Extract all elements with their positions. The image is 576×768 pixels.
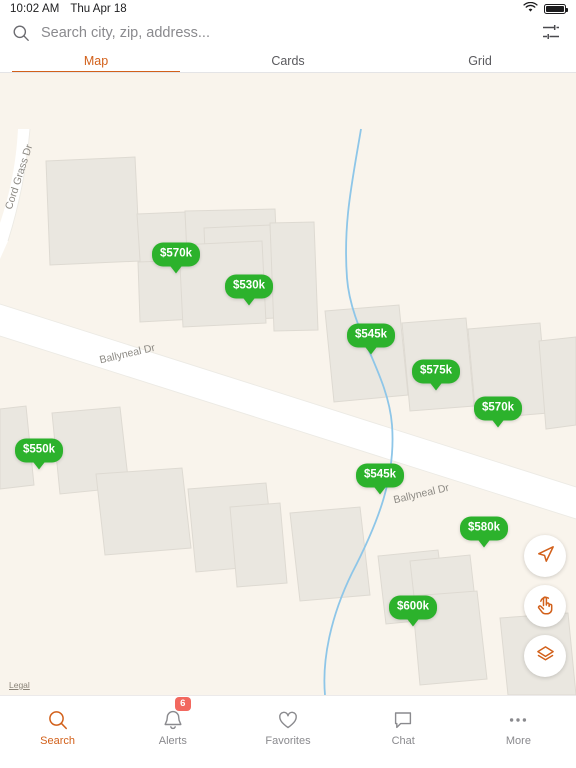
nav-item-chat[interactable]: Chat xyxy=(346,708,461,747)
price-marker[interactable]: $570k xyxy=(152,242,200,273)
tab-grid[interactable]: Grid xyxy=(384,48,576,73)
nav-item-more[interactable]: More xyxy=(461,708,576,747)
nav-item-chat-label: Chat xyxy=(391,735,415,747)
locate-button[interactable] xyxy=(524,535,566,577)
alerts-badge: 6 xyxy=(174,697,191,711)
status-bar: 10:02 AM Thu Apr 18 xyxy=(0,0,576,18)
price-marker[interactable]: $575k xyxy=(412,359,460,390)
price-marker-label: $570k xyxy=(474,396,522,420)
price-marker[interactable]: $600k xyxy=(389,595,437,626)
price-marker-label: $600k xyxy=(389,595,437,619)
status-bar-indicators xyxy=(523,1,568,16)
chat-bubble-icon xyxy=(392,708,414,732)
price-marker-label: $570k xyxy=(152,242,200,266)
price-marker-label: $580k xyxy=(460,516,508,540)
nav-item-alerts-label: Alerts xyxy=(158,735,187,747)
heart-icon xyxy=(277,708,299,732)
price-marker-tail xyxy=(31,460,46,469)
price-marker-tail xyxy=(241,296,256,305)
search-input[interactable] xyxy=(41,25,538,41)
nav-item-search-label: Search xyxy=(40,735,76,747)
tab-map-label: Map xyxy=(83,53,109,68)
status-bar-time: 10:02 AM xyxy=(10,3,60,15)
price-marker-label: $530k xyxy=(225,274,273,298)
price-marker-label: $550k xyxy=(15,438,63,462)
bottom-navigation: Search 6 Alerts Favorites Chat More xyxy=(0,695,576,768)
hand-draw-icon xyxy=(534,594,556,619)
layers-button[interactable] xyxy=(524,635,566,677)
nav-item-search[interactable]: Search xyxy=(0,708,115,747)
ellipsis-icon xyxy=(507,708,529,732)
price-marker-tail xyxy=(428,381,443,390)
price-marker-tail xyxy=(476,538,491,547)
tab-grid-label: Grid xyxy=(468,53,492,68)
price-marker[interactable]: $580k xyxy=(460,516,508,547)
price-marker-label: $545k xyxy=(356,463,404,487)
navigate-arrow-icon xyxy=(535,544,556,568)
price-marker-tail xyxy=(405,617,420,626)
price-marker[interactable]: $545k xyxy=(356,463,404,494)
price-marker[interactable]: $530k xyxy=(225,274,273,305)
nav-item-more-label: More xyxy=(505,735,531,747)
search-icon xyxy=(12,24,30,42)
price-marker-tail xyxy=(168,264,183,273)
price-marker-tail xyxy=(490,418,505,427)
map-controls xyxy=(524,535,566,677)
view-tabs: Map Cards Grid xyxy=(0,48,576,73)
tab-cards-label: Cards xyxy=(271,53,305,68)
nav-item-favorites-label: Favorites xyxy=(265,735,311,747)
bell-icon xyxy=(162,708,184,732)
price-marker[interactable]: $550k xyxy=(15,438,63,469)
nav-item-alerts[interactable]: 6 Alerts xyxy=(115,697,230,747)
draw-button[interactable] xyxy=(524,585,566,627)
price-marker-tail xyxy=(363,345,378,354)
search-icon xyxy=(47,708,69,732)
map-canvas[interactable]: Cord Grass Dr Ballyneal Dr Ballyneal Dr … xyxy=(0,73,576,695)
tab-cards[interactable]: Cards xyxy=(192,48,384,73)
price-marker-label: $545k xyxy=(347,323,395,347)
price-marker[interactable]: $570k xyxy=(474,396,522,427)
app-root: 10:02 AM Thu Apr 18 Search city, zip, ad… xyxy=(0,0,576,768)
search-bar xyxy=(0,18,576,48)
map-graphics: Cord Grass Dr Ballyneal Dr Ballyneal Dr xyxy=(0,73,576,695)
legal-link[interactable]: Legal xyxy=(8,680,31,690)
battery-icon xyxy=(544,4,568,14)
filter-button[interactable] xyxy=(538,20,564,46)
filter-sliders-icon xyxy=(541,22,561,45)
status-bar-date: Thu Apr 18 xyxy=(70,3,127,15)
price-marker-tail xyxy=(372,485,387,494)
nav-item-favorites[interactable]: Favorites xyxy=(230,708,345,747)
wifi-icon xyxy=(523,1,538,16)
price-marker[interactable]: $545k xyxy=(347,323,395,354)
price-marker-label: $575k xyxy=(412,359,460,383)
layers-icon xyxy=(535,644,556,668)
tab-map[interactable]: Map xyxy=(0,48,192,73)
